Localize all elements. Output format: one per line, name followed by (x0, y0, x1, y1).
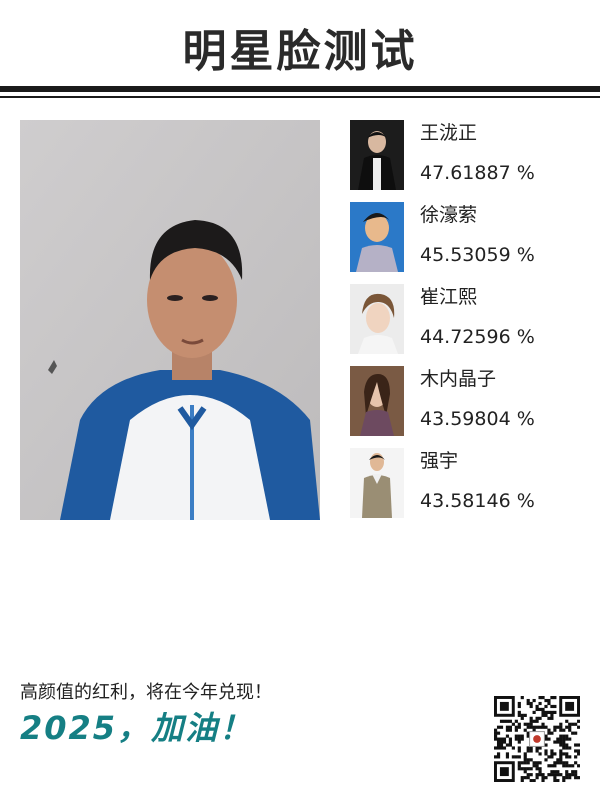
match-item[interactable]: 崔江熙 44.72596 % (350, 284, 590, 356)
match-item[interactable]: 徐濠萦 45.53059 % (350, 202, 590, 274)
header-divider-thick (0, 86, 600, 92)
page-title: 明星脸测试 (182, 26, 418, 77)
match-name: 崔江熙 (420, 286, 478, 308)
match-score: 45.53059 % (420, 244, 535, 266)
match-item[interactable]: 强宇 43.58146 % (350, 448, 590, 520)
match-item[interactable]: 王泷正 47.61887 % (350, 120, 590, 192)
match-name: 木内晶子 (420, 368, 497, 390)
match-score: 47.61887 % (420, 162, 535, 184)
match-name: 强宇 (420, 450, 459, 472)
celebrity-thumbnail (350, 120, 404, 190)
footer-tagline: 高颜值的红利，将在今年兑现！ (20, 682, 272, 703)
celebrity-thumbnail (350, 284, 404, 354)
user-photo (20, 120, 320, 520)
match-score: 43.59804 % (420, 408, 535, 430)
match-score: 43.58146 % (420, 490, 535, 512)
footer-slogan: 2025，加油！ (20, 709, 254, 747)
header-divider-thin (0, 96, 600, 98)
celebrity-thumbnail (350, 202, 404, 272)
match-name: 王泷正 (420, 122, 478, 144)
celebrity-thumbnail (350, 448, 404, 518)
match-score: 44.72596 % (420, 326, 535, 348)
celebrity-thumbnail (350, 366, 404, 436)
match-item[interactable]: 木内晶子 43.59804 % (350, 366, 590, 438)
match-name: 徐濠萦 (420, 204, 478, 226)
qr-code-icon[interactable] (494, 696, 581, 783)
